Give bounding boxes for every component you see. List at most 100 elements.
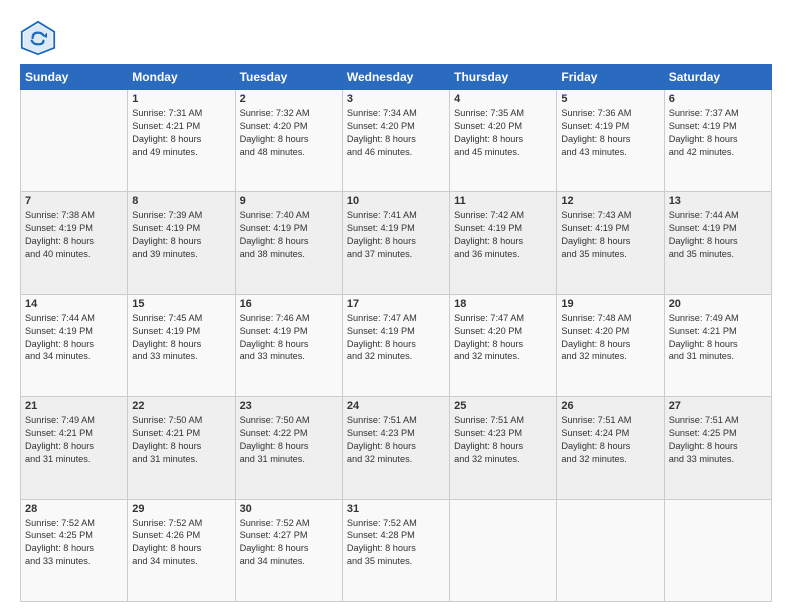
cell-content: Sunrise: 7:47 AM Sunset: 4:19 PM Dayligh… [347,312,445,364]
calendar-week-row: 1 Sunrise: 7:31 AM Sunset: 4:21 PM Daylig… [21,90,772,192]
cell-content: Sunrise: 7:52 AM Sunset: 4:28 PM Dayligh… [347,517,445,569]
calendar-cell: 4 Sunrise: 7:35 AM Sunset: 4:20 PM Daylig… [450,90,557,192]
calendar-day-header: Sunday [21,65,128,90]
calendar-cell: 23 Sunrise: 7:50 AM Sunset: 4:22 PM Dayli… [235,397,342,499]
day-number: 26 [561,400,659,412]
day-number: 18 [454,298,552,310]
day-number: 20 [669,298,767,310]
calendar-cell: 19Sunrise: 7:48 AM Sunset: 4:20 PM Dayli… [557,294,664,396]
cell-content: Sunrise: 7:50 AM Sunset: 4:22 PM Dayligh… [240,414,338,466]
cell-content: Sunrise: 7:44 AM Sunset: 4:19 PM Dayligh… [669,209,767,261]
calendar-cell: 3 Sunrise: 7:34 AM Sunset: 4:20 PM Daylig… [342,90,449,192]
calendar-day-header: Tuesday [235,65,342,90]
day-number: 27 [669,400,767,412]
cell-content: Sunrise: 7:42 AM Sunset: 4:19 PM Dayligh… [454,209,552,261]
logo [20,20,58,56]
calendar-cell: 8 Sunrise: 7:39 AM Sunset: 4:19 PM Daylig… [128,192,235,294]
calendar-day-header: Wednesday [342,65,449,90]
calendar-cell [557,499,664,601]
calendar-cell: 9 Sunrise: 7:40 AM Sunset: 4:19 PM Daylig… [235,192,342,294]
day-number: 5 [561,93,659,105]
cell-content: Sunrise: 7:31 AM Sunset: 4:21 PM Dayligh… [132,107,230,159]
cell-content: Sunrise: 7:40 AM Sunset: 4:19 PM Dayligh… [240,209,338,261]
cell-content: Sunrise: 7:52 AM Sunset: 4:27 PM Dayligh… [240,517,338,569]
cell-content: Sunrise: 7:51 AM Sunset: 4:25 PM Dayligh… [669,414,767,466]
day-number: 30 [240,503,338,515]
day-number: 29 [132,503,230,515]
day-number: 3 [347,93,445,105]
cell-content: Sunrise: 7:48 AM Sunset: 4:20 PM Dayligh… [561,312,659,364]
calendar-week-row: 21 Sunrise: 7:49 AM Sunset: 4:21 PM Dayli… [21,397,772,499]
cell-content: Sunrise: 7:52 AM Sunset: 4:26 PM Dayligh… [132,517,230,569]
header [20,16,772,56]
cell-content: Sunrise: 7:51 AM Sunset: 4:23 PM Dayligh… [454,414,552,466]
calendar-day-header: Friday [557,65,664,90]
cell-content: Sunrise: 7:43 AM Sunset: 4:19 PM Dayligh… [561,209,659,261]
calendar-cell: 13Sunrise: 7:44 AM Sunset: 4:19 PM Dayli… [664,192,771,294]
cell-content: Sunrise: 7:45 AM Sunset: 4:19 PM Dayligh… [132,312,230,364]
calendar-cell: 15 Sunrise: 7:45 AM Sunset: 4:19 PM Dayli… [128,294,235,396]
cell-content: Sunrise: 7:50 AM Sunset: 4:21 PM Dayligh… [132,414,230,466]
day-number: 22 [132,400,230,412]
day-number: 4 [454,93,552,105]
day-number: 6 [669,93,767,105]
cell-content: Sunrise: 7:37 AM Sunset: 4:19 PM Dayligh… [669,107,767,159]
calendar-week-row: 7Sunrise: 7:38 AM Sunset: 4:19 PM Daylig… [21,192,772,294]
calendar-cell: 22 Sunrise: 7:50 AM Sunset: 4:21 PM Dayli… [128,397,235,499]
cell-content: Sunrise: 7:35 AM Sunset: 4:20 PM Dayligh… [454,107,552,159]
calendar-cell: 7Sunrise: 7:38 AM Sunset: 4:19 PM Daylig… [21,192,128,294]
calendar-cell: 1 Sunrise: 7:31 AM Sunset: 4:21 PM Daylig… [128,90,235,192]
calendar-cell: 5 Sunrise: 7:36 AM Sunset: 4:19 PM Daylig… [557,90,664,192]
calendar-cell: 31Sunrise: 7:52 AM Sunset: 4:28 PM Dayli… [342,499,449,601]
cell-content: Sunrise: 7:34 AM Sunset: 4:20 PM Dayligh… [347,107,445,159]
cell-content: Sunrise: 7:36 AM Sunset: 4:19 PM Dayligh… [561,107,659,159]
calendar-cell: 2Sunrise: 7:32 AM Sunset: 4:20 PM Daylig… [235,90,342,192]
day-number: 14 [25,298,123,310]
calendar-cell: 30 Sunrise: 7:52 AM Sunset: 4:27 PM Dayli… [235,499,342,601]
cell-content: Sunrise: 7:44 AM Sunset: 4:19 PM Dayligh… [25,312,123,364]
calendar-cell: 14 Sunrise: 7:44 AM Sunset: 4:19 PM Dayli… [21,294,128,396]
calendar-week-row: 14 Sunrise: 7:44 AM Sunset: 4:19 PM Dayli… [21,294,772,396]
page: SundayMondayTuesdayWednesdayThursdayFrid… [0,0,792,612]
day-number: 2 [240,93,338,105]
day-number: 9 [240,195,338,207]
calendar-cell: 20Sunrise: 7:49 AM Sunset: 4:21 PM Dayli… [664,294,771,396]
calendar-cell: 27 Sunrise: 7:51 AM Sunset: 4:25 PM Dayli… [664,397,771,499]
calendar-cell: 25 Sunrise: 7:51 AM Sunset: 4:23 PM Dayli… [450,397,557,499]
calendar-cell: 10 Sunrise: 7:41 AM Sunset: 4:19 PM Dayli… [342,192,449,294]
cell-content: Sunrise: 7:47 AM Sunset: 4:20 PM Dayligh… [454,312,552,364]
day-number: 15 [132,298,230,310]
cell-content: Sunrise: 7:39 AM Sunset: 4:19 PM Dayligh… [132,209,230,261]
day-number: 10 [347,195,445,207]
calendar-cell: 21 Sunrise: 7:49 AM Sunset: 4:21 PM Dayli… [21,397,128,499]
calendar-cell [664,499,771,601]
calendar-day-header: Monday [128,65,235,90]
cell-content: Sunrise: 7:51 AM Sunset: 4:23 PM Dayligh… [347,414,445,466]
calendar-cell: 16Sunrise: 7:46 AM Sunset: 4:19 PM Dayli… [235,294,342,396]
cell-content: Sunrise: 7:51 AM Sunset: 4:24 PM Dayligh… [561,414,659,466]
cell-content: Sunrise: 7:49 AM Sunset: 4:21 PM Dayligh… [25,414,123,466]
cell-content: Sunrise: 7:38 AM Sunset: 4:19 PM Dayligh… [25,209,123,261]
day-number: 17 [347,298,445,310]
day-number: 25 [454,400,552,412]
day-number: 8 [132,195,230,207]
calendar-cell [450,499,557,601]
cell-content: Sunrise: 7:46 AM Sunset: 4:19 PM Dayligh… [240,312,338,364]
day-number: 21 [25,400,123,412]
calendar-cell [21,90,128,192]
calendar-week-row: 28Sunrise: 7:52 AM Sunset: 4:25 PM Dayli… [21,499,772,601]
day-number: 11 [454,195,552,207]
day-number: 12 [561,195,659,207]
calendar-cell: 6 Sunrise: 7:37 AM Sunset: 4:19 PM Daylig… [664,90,771,192]
day-number: 23 [240,400,338,412]
cell-content: Sunrise: 7:41 AM Sunset: 4:19 PM Dayligh… [347,209,445,261]
calendar-header-row: SundayMondayTuesdayWednesdayThursdayFrid… [21,65,772,90]
calendar-cell: 17 Sunrise: 7:47 AM Sunset: 4:19 PM Dayli… [342,294,449,396]
calendar-day-header: Saturday [664,65,771,90]
logo-icon [20,20,56,56]
calendar-cell: 26 Sunrise: 7:51 AM Sunset: 4:24 PM Dayli… [557,397,664,499]
calendar-day-header: Thursday [450,65,557,90]
calendar-cell: 12 Sunrise: 7:43 AM Sunset: 4:19 PM Dayli… [557,192,664,294]
day-number: 1 [132,93,230,105]
day-number: 28 [25,503,123,515]
